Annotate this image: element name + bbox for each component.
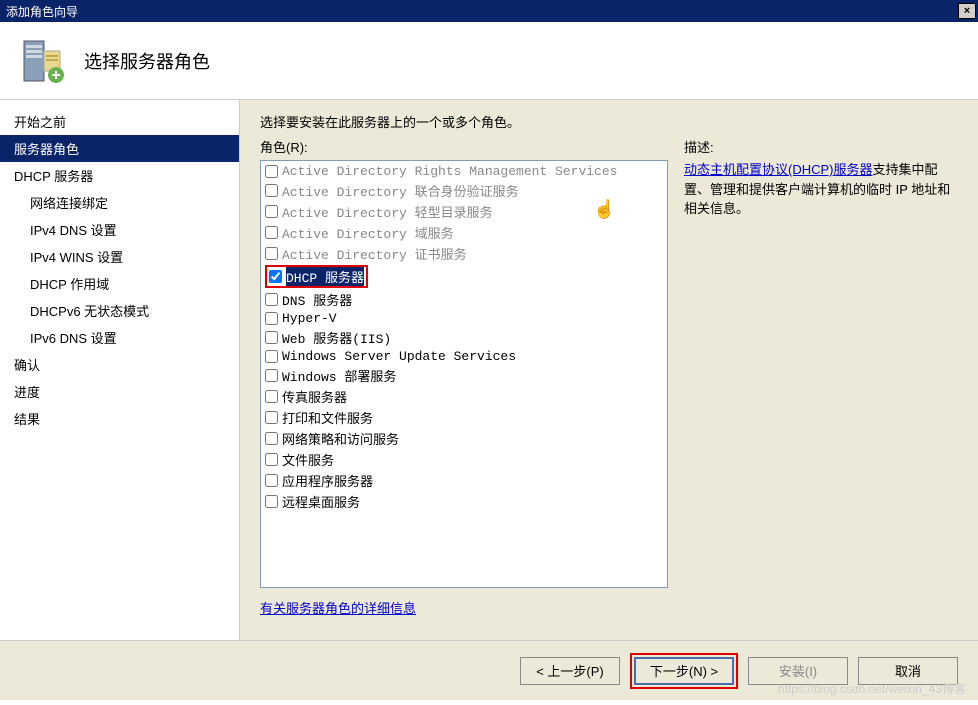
role-label: Active Directory Rights Management Servi…: [282, 164, 617, 179]
main-panel: 选择要安装在此服务器上的一个或多个角色。 角色(R): ☝ Active Dir…: [240, 100, 978, 640]
role-label: DHCP 服务器: [286, 267, 364, 286]
role-label: 应用程序服务器: [282, 471, 373, 490]
next-button[interactable]: 下一步(N) >: [634, 657, 734, 685]
window-title: 添加角色向导: [6, 3, 78, 20]
roles-label: 角色(R):: [260, 137, 668, 156]
role-item[interactable]: Windows Server Update Services: [263, 348, 665, 365]
role-checkbox[interactable]: [265, 312, 278, 325]
close-icon: ×: [964, 5, 970, 17]
sidebar-item[interactable]: DHCP 服务器: [0, 162, 239, 189]
sidebar-item[interactable]: 进度: [0, 378, 239, 405]
sidebar-item[interactable]: 确认: [0, 351, 239, 378]
role-label: 传真服务器: [282, 387, 347, 406]
instruction-text: 选择要安装在此服务器上的一个或多个角色。: [260, 112, 958, 131]
role-label: Windows Server Update Services: [282, 349, 516, 364]
role-label: Active Directory 轻型目录服务: [282, 202, 493, 221]
sidebar-item[interactable]: IPv4 WINS 设置: [0, 243, 239, 270]
role-label: 远程桌面服务: [282, 492, 360, 511]
role-item[interactable]: Windows 部署服务: [263, 365, 665, 386]
more-info-link[interactable]: 有关服务器角色的详细信息: [260, 601, 416, 616]
role-checkbox[interactable]: [265, 474, 278, 487]
role-item[interactable]: Web 服务器(IIS): [263, 327, 665, 348]
role-checkbox[interactable]: [265, 184, 278, 197]
role-item[interactable]: DNS 服务器: [263, 289, 665, 310]
role-item[interactable]: Active Directory 域服务: [263, 222, 665, 243]
role-item[interactable]: 打印和文件服务: [263, 407, 665, 428]
close-button[interactable]: ×: [958, 3, 976, 19]
roles-listbox[interactable]: ☝ Active Directory Rights Management Ser…: [260, 160, 668, 588]
role-checkbox[interactable]: [265, 247, 278, 260]
role-checkbox[interactable]: [265, 205, 278, 218]
role-item[interactable]: Active Directory 证书服务: [263, 243, 665, 264]
role-label: 文件服务: [282, 450, 334, 469]
role-label: Active Directory 证书服务: [282, 244, 467, 263]
more-info-link-wrap: 有关服务器角色的详细信息: [260, 598, 416, 617]
sidebar-item[interactable]: IPv6 DNS 设置: [0, 324, 239, 351]
role-item[interactable]: Active Directory 联合身份验证服务: [263, 180, 665, 201]
role-label: Active Directory 联合身份验证服务: [282, 181, 519, 200]
description-text: 动态主机配置协议(DHCP)服务器支持集中配置、管理和提供客户端计算机的临时 I…: [684, 160, 958, 219]
role-checkbox[interactable]: [265, 411, 278, 424]
sidebar-item[interactable]: 开始之前: [0, 108, 239, 135]
header-banner: 选择服务器角色: [0, 22, 978, 100]
role-item[interactable]: 网络策略和访问服务: [263, 428, 665, 449]
role-checkbox[interactable]: [269, 270, 282, 283]
sidebar-item[interactable]: DHCP 作用域: [0, 270, 239, 297]
role-item[interactable]: Active Directory Rights Management Servi…: [263, 163, 665, 180]
role-checkbox[interactable]: [265, 165, 278, 178]
role-item[interactable]: Active Directory 轻型目录服务: [263, 201, 665, 222]
sidebar: 开始之前服务器角色DHCP 服务器网络连接绑定IPv4 DNS 设置IPv4 W…: [0, 100, 240, 640]
role-checkbox[interactable]: [265, 293, 278, 306]
role-label: Windows 部署服务: [282, 366, 396, 385]
button-bar: < 上一步(P) 下一步(N) > 安装(I) 取消 https://blog.…: [0, 640, 978, 700]
role-item[interactable]: 文件服务: [263, 449, 665, 470]
content-area: 开始之前服务器角色DHCP 服务器网络连接绑定IPv4 DNS 设置IPv4 W…: [0, 100, 978, 640]
page-title: 选择服务器角色: [84, 48, 210, 74]
role-label: Active Directory 域服务: [282, 223, 454, 242]
role-label: DNS 服务器: [282, 290, 352, 309]
role-item[interactable]: Hyper-V: [263, 310, 665, 327]
role-checkbox[interactable]: [265, 432, 278, 445]
sidebar-item[interactable]: 网络连接绑定: [0, 189, 239, 216]
role-item[interactable]: DHCP 服务器: [263, 264, 665, 289]
role-checkbox[interactable]: [265, 495, 278, 508]
role-label: 打印和文件服务: [282, 408, 373, 427]
role-checkbox[interactable]: [265, 350, 278, 363]
titlebar: 添加角色向导 ×: [0, 0, 978, 22]
role-checkbox[interactable]: [265, 369, 278, 382]
role-checkbox[interactable]: [265, 453, 278, 466]
prev-button[interactable]: < 上一步(P): [520, 657, 620, 685]
role-checkbox[interactable]: [265, 331, 278, 344]
sidebar-item[interactable]: IPv4 DNS 设置: [0, 216, 239, 243]
role-label: Hyper-V: [282, 311, 337, 326]
sidebar-item[interactable]: 结果: [0, 405, 239, 432]
description-title: 描述:: [684, 137, 958, 156]
role-item[interactable]: 应用程序服务器: [263, 470, 665, 491]
description-panel: 描述: 动态主机配置协议(DHCP)服务器支持集中配置、管理和提供客户端计算机的…: [684, 137, 958, 617]
role-checkbox[interactable]: [265, 390, 278, 403]
role-item[interactable]: 远程桌面服务: [263, 491, 665, 512]
sidebar-item[interactable]: DHCPv6 无状态模式: [0, 297, 239, 324]
role-item[interactable]: 传真服务器: [263, 386, 665, 407]
server-role-icon: [18, 37, 66, 85]
role-label: Web 服务器(IIS): [282, 328, 391, 347]
role-label: 网络策略和访问服务: [282, 429, 399, 448]
sidebar-item[interactable]: 服务器角色: [0, 135, 239, 162]
next-button-highlight: 下一步(N) >: [630, 653, 738, 689]
description-link[interactable]: 动态主机配置协议(DHCP)服务器: [684, 162, 873, 177]
watermark-text: https://blog.csdn.net/weixin_43博客: [778, 680, 966, 697]
role-checkbox[interactable]: [265, 226, 278, 239]
